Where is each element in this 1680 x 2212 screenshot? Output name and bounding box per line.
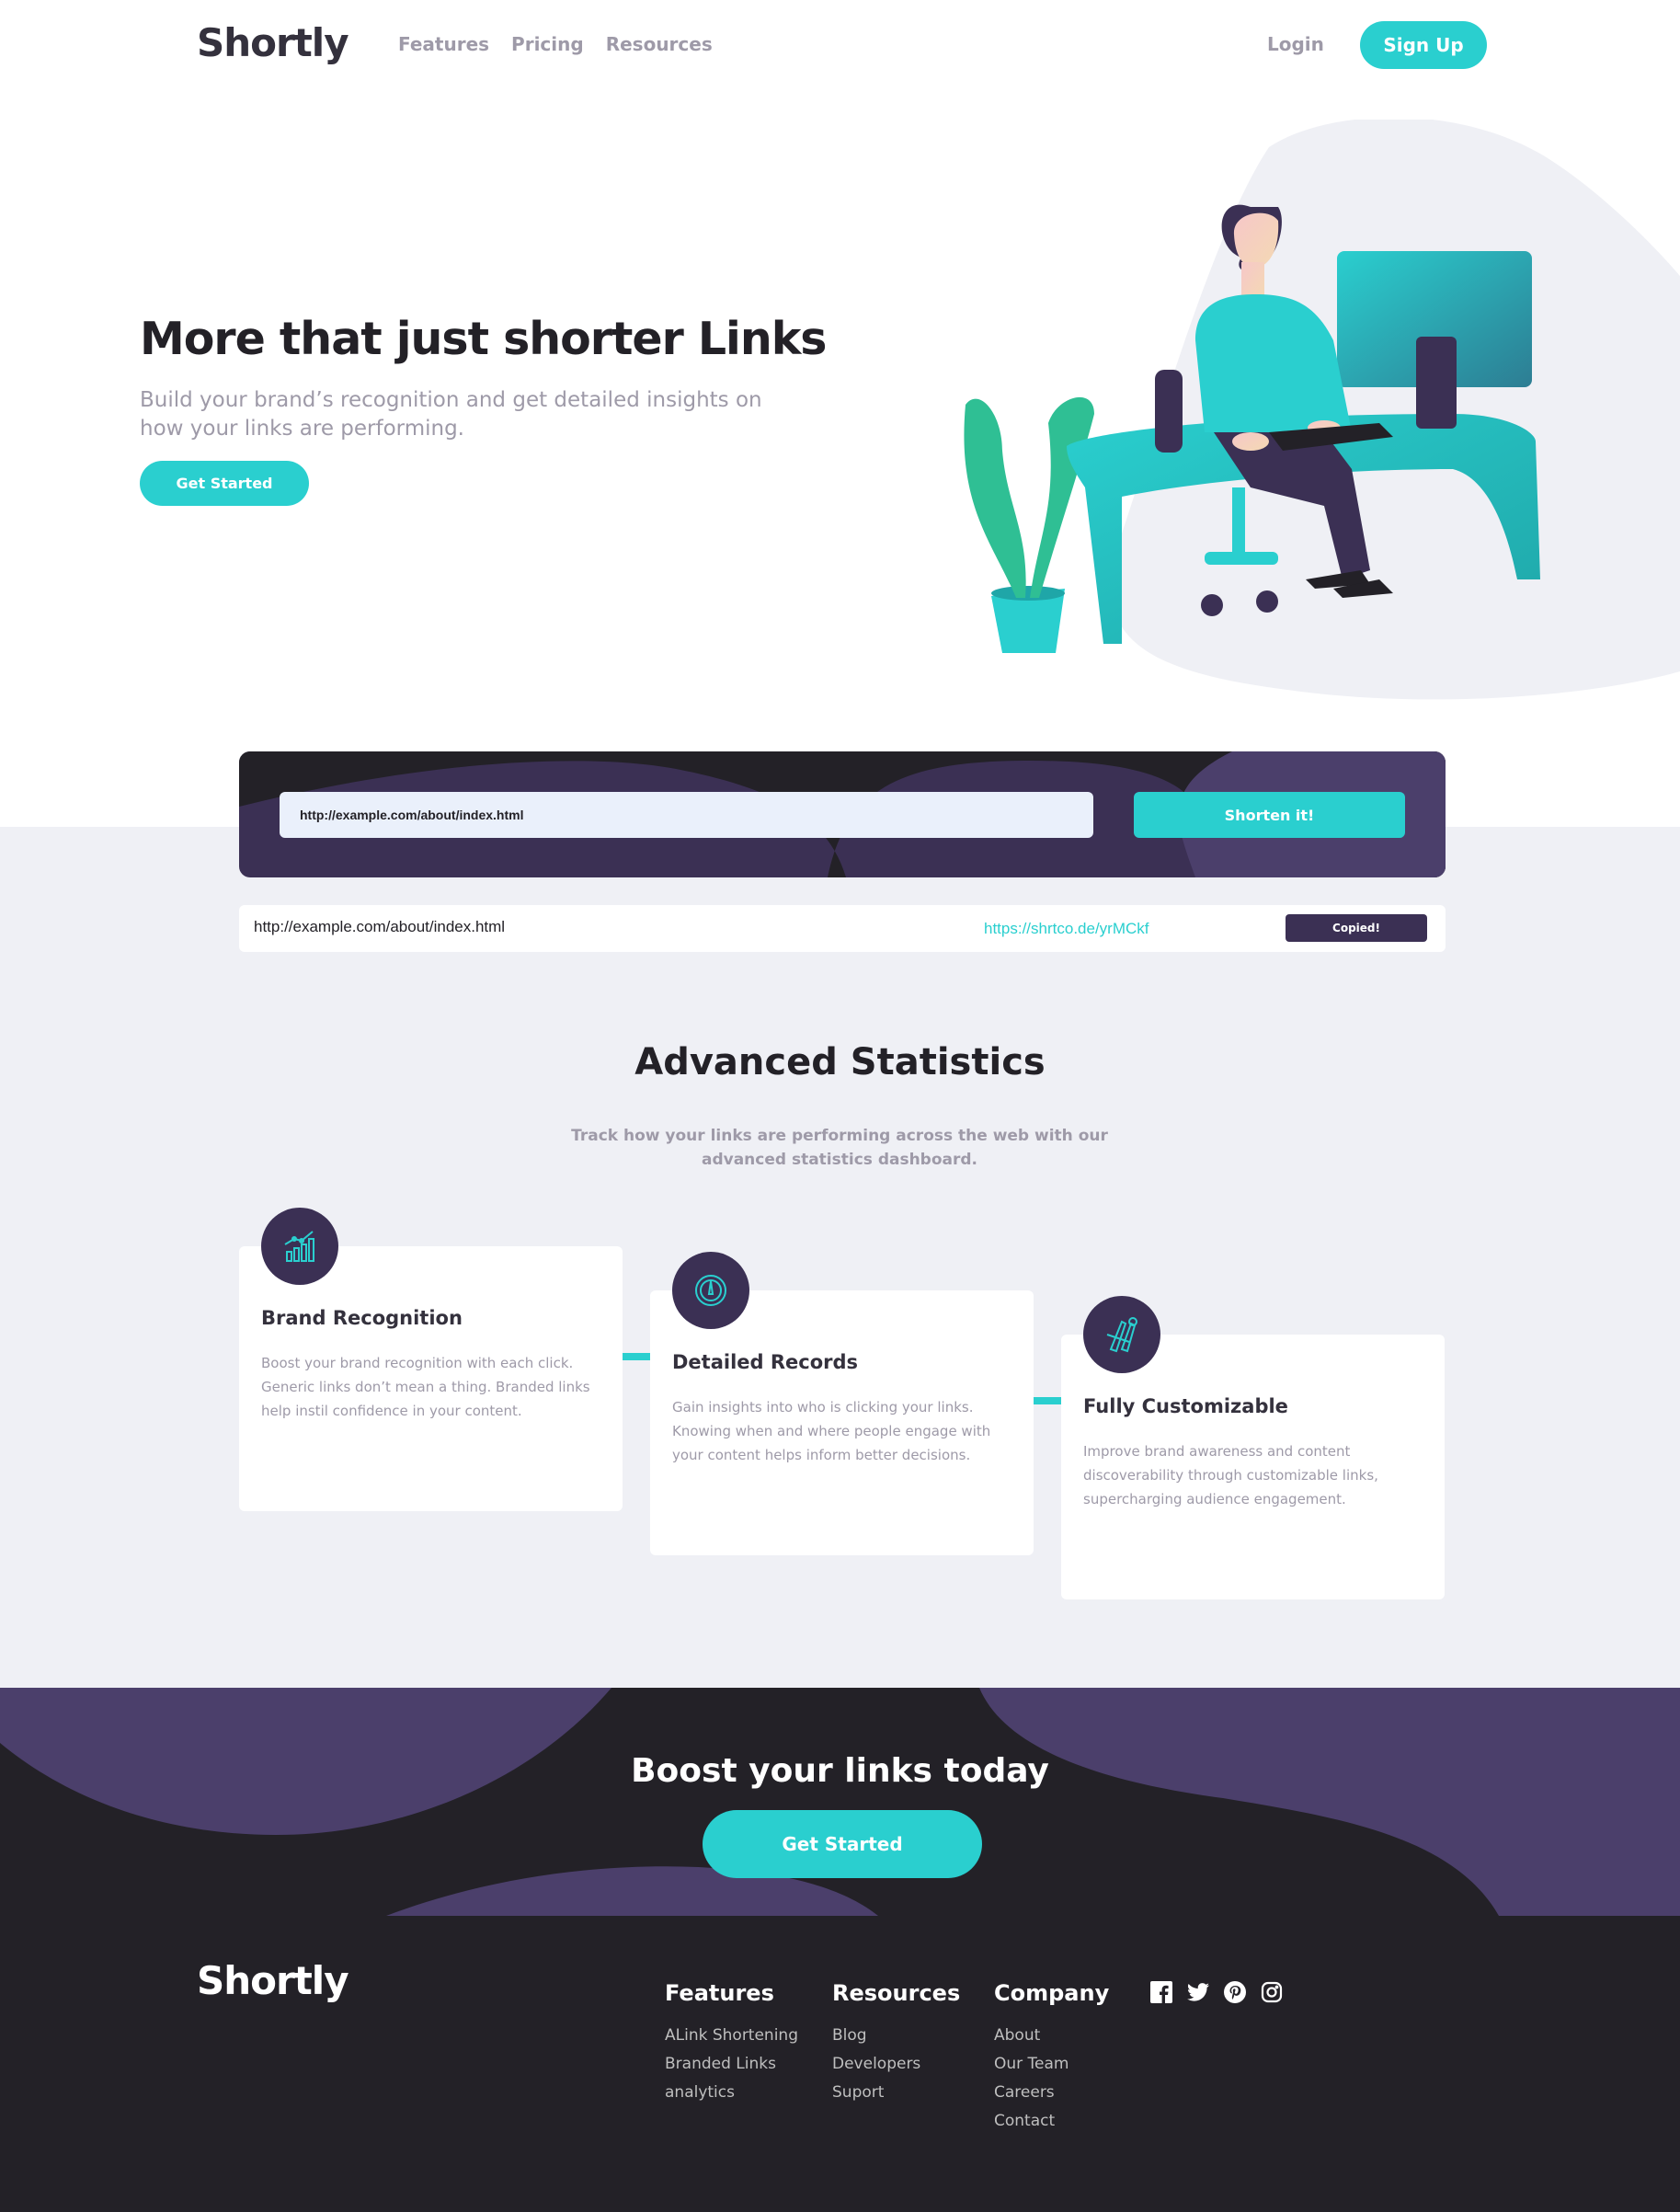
main-nav: Features Pricing Resources	[398, 33, 713, 55]
signup-button[interactable]: Sign Up	[1360, 21, 1487, 69]
stats-title: Advanced Statistics	[634, 1041, 1046, 1083]
login-link[interactable]: Login	[1267, 33, 1324, 55]
boost-background-shapes	[0, 1688, 1680, 1916]
feature-card-detailed-records: Detailed Records Gain insights into who …	[650, 1252, 1034, 1555]
card-title: Fully Customizable	[1083, 1395, 1288, 1417]
footer-column-company: Company About Our Team Careers Contact	[994, 1980, 1109, 2140]
nav-features[interactable]: Features	[398, 33, 489, 55]
footer-column-title: Company	[994, 1980, 1110, 2006]
footer-link[interactable]: Our Team	[994, 2055, 1109, 2073]
footer-logo[interactable]: Shortly	[197, 1958, 349, 2003]
hero-get-started-button[interactable]: Get Started	[140, 461, 309, 506]
url-input[interactable]	[280, 792, 1093, 838]
site-header: Shortly Features Pricing Resources Login…	[0, 0, 1680, 92]
short-url[interactable]: https://shrtco.de/yrMCkf	[984, 920, 1149, 938]
social-links	[1149, 1980, 1284, 2004]
card-text: Gain insights into who is clicking your …	[672, 1399, 991, 1463]
original-url: http://example.com/about/index.html	[254, 918, 506, 935]
fully-customizable-icon	[1083, 1296, 1160, 1373]
hero-title: More that just shorter Links	[140, 313, 827, 365]
shorten-button[interactable]: Shorten it!	[1134, 792, 1405, 838]
card-title: Brand Recognition	[261, 1307, 463, 1329]
facebook-icon[interactable]	[1149, 1980, 1173, 2004]
copy-button[interactable]: Copied!	[1286, 914, 1427, 942]
feature-card-fully-customizable: Fully Customizable Improve brand awarene…	[1061, 1296, 1445, 1599]
stats-subtitle: Track how your links are performing acro…	[571, 1127, 1108, 1169]
boost-title: Boost your links today	[631, 1752, 1049, 1790]
feature-card-brand-recognition: Brand Recognition Boost your brand recog…	[239, 1208, 623, 1511]
footer-link[interactable]: Blog	[832, 2026, 960, 2045]
working-illustration	[964, 120, 1680, 700]
pinterest-icon[interactable]	[1223, 1980, 1247, 2004]
card-connector	[623, 1353, 650, 1360]
footer-column-resources: Resources Blog Developers Suport	[832, 1980, 960, 2112]
instagram-icon[interactable]	[1260, 1980, 1284, 2004]
nav-resources[interactable]: Resources	[606, 33, 713, 55]
hero-subtitle: Build your brand’s recognition and get d…	[140, 388, 762, 441]
shorten-form: Shorten it!	[239, 751, 1446, 877]
brand-recognition-icon	[261, 1208, 338, 1285]
footer-link[interactable]: About	[994, 2026, 1109, 2045]
footer-link[interactable]: Suport	[832, 2083, 960, 2102]
footer-link[interactable]: analytics	[665, 2083, 798, 2102]
boost-section: Boost your links today Get Started	[0, 1688, 1680, 1916]
boost-get-started-button[interactable]: Get Started	[703, 1810, 982, 1878]
card-text: Improve brand awareness and content disc…	[1083, 1443, 1378, 1507]
site-footer: Shortly Features ALink Shortening Brande…	[0, 1916, 1680, 2212]
nav-pricing[interactable]: Pricing	[511, 33, 584, 55]
footer-column-title: Features	[665, 1980, 774, 2006]
card-title: Detailed Records	[672, 1351, 859, 1373]
twitter-icon[interactable]	[1186, 1980, 1210, 2004]
footer-link[interactable]: Branded Links	[665, 2055, 798, 2073]
footer-link[interactable]: ALink Shortening	[665, 2026, 798, 2045]
card-connector	[1034, 1397, 1061, 1404]
shortened-link-row: http://example.com/about/index.html http…	[239, 905, 1446, 952]
footer-column-title: Resources	[832, 1980, 961, 2006]
footer-column-features: Features ALink Shortening Branded Links …	[665, 1980, 798, 2112]
card-text: Boost your brand recognition with each c…	[261, 1355, 590, 1419]
footer-link[interactable]: Contact	[994, 2112, 1109, 2130]
footer-link[interactable]: Developers	[832, 2055, 960, 2073]
footer-link[interactable]: Careers	[994, 2083, 1109, 2102]
detailed-records-icon	[672, 1252, 749, 1329]
logo[interactable]: Shortly	[197, 20, 349, 65]
